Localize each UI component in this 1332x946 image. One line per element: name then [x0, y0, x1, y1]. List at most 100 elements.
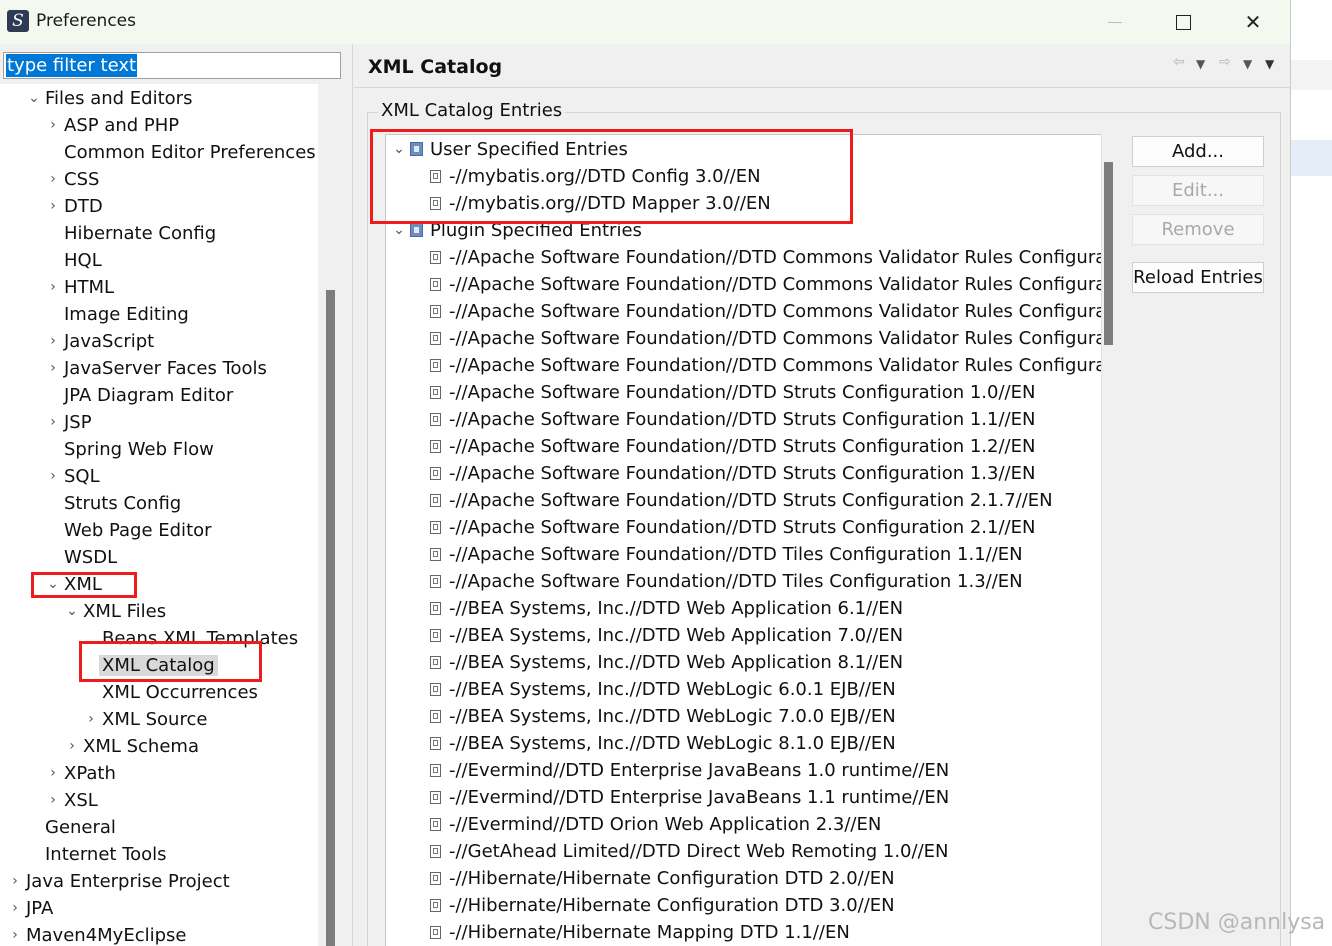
back-dropdown-icon[interactable]: ▼ [1196, 57, 1205, 71]
filter-text-selected[interactable]: type filter text [6, 54, 138, 77]
catalog-entry-row[interactable]: -//Apache Software Foundation//DTD Tiles… [430, 541, 1023, 568]
maximize-button[interactable] [1148, 0, 1218, 44]
add-button[interactable]: Add... [1132, 136, 1264, 167]
remove-button[interactable]: Remove [1132, 214, 1264, 245]
tree-item[interactable]: › JavaScript [50, 328, 154, 355]
catalog-entry-row[interactable]: -//GetAhead Limited//DTD Direct Web Remo… [430, 838, 948, 865]
catalog-entry-row[interactable]: -//BEA Systems, Inc.//DTD Web Applicatio… [430, 622, 903, 649]
catalog-entry-row[interactable]: -//BEA Systems, Inc.//DTD WebLogic 8.1.0… [430, 730, 896, 757]
view-menu-icon[interactable]: ▼ [1265, 57, 1274, 71]
tree-item[interactable]: › XPath [50, 760, 116, 787]
catalog-entry-row[interactable]: -//Hibernate/Hibernate Configuration DTD… [430, 865, 895, 892]
catalog-entry-row[interactable]: -//BEA Systems, Inc.//DTD WebLogic 7.0.0… [430, 703, 896, 730]
catalog-entries-tree[interactable]: ⌄ User Specified Entries -//mybatis.org//D… [385, 134, 1103, 946]
tree-item[interactable]: XML Catalog [99, 652, 218, 679]
forward-arrow-icon[interactable]: ⇨ [1219, 54, 1231, 70]
chevron-right-icon[interactable]: › [45, 409, 61, 436]
catalog-group-row[interactable]: ⌄ User Specified Entries [393, 136, 628, 163]
catalog-entry-row[interactable]: -//Apache Software Foundation//DTD Commo… [430, 244, 1102, 271]
catalog-entry-row[interactable]: -//mybatis.org//DTD Config 3.0//EN [430, 163, 761, 190]
tree-item[interactable]: Struts Config [64, 490, 181, 517]
tree-item[interactable]: › HTML [50, 274, 114, 301]
tree-item[interactable]: › SQL [50, 463, 99, 490]
chevron-right-icon[interactable]: › [83, 706, 99, 733]
tree-item[interactable]: › XML Source [88, 706, 207, 733]
tree-item[interactable]: › JavaServer Faces Tools [50, 355, 267, 382]
chevron-down-icon[interactable]: ⌄ [26, 85, 42, 112]
catalog-entry-row[interactable]: -//BEA Systems, Inc.//DTD Web Applicatio… [430, 649, 903, 676]
catalog-entry-row[interactable]: -//Apache Software Foundation//DTD Commo… [430, 271, 1102, 298]
chevron-right-icon[interactable]: › [45, 328, 61, 355]
catalog-entry-row[interactable]: -//Hibernate/Hibernate Mapping DTD 1.1//… [430, 919, 850, 946]
catalog-entry-row[interactable]: -//Apache Software Foundation//DTD Strut… [430, 379, 1035, 406]
back-arrow-icon[interactable]: ⇦ [1173, 54, 1185, 70]
catalog-entry-row[interactable]: -//Evermind//DTD Orion Web Application 2… [430, 811, 881, 838]
tree-item[interactable]: › XSL [50, 787, 98, 814]
catalog-entry-row[interactable]: -//BEA Systems, Inc.//DTD WebLogic 6.0.1… [430, 676, 896, 703]
tree-item[interactable]: › JPA [12, 895, 53, 922]
catalog-entry-row[interactable]: -//BEA Systems, Inc.//DTD Web Applicatio… [430, 595, 903, 622]
tree-item[interactable]: › Java Enterprise Project [12, 868, 229, 895]
catalog-entry-row[interactable]: -//Apache Software Foundation//DTD Strut… [430, 514, 1035, 541]
tree-scrollbar-thumb[interactable] [326, 290, 335, 946]
catalog-entry-row[interactable]: -//Apache Software Foundation//DTD Strut… [430, 406, 1035, 433]
chevron-right-icon[interactable]: › [45, 463, 61, 490]
tree-item[interactable]: General [45, 814, 116, 841]
tree-item[interactable]: Hibernate Config [64, 220, 216, 247]
tree-item[interactable]: › Maven4MyEclipse [12, 922, 186, 946]
tree-item[interactable]: WSDL [64, 544, 117, 571]
chevron-right-icon[interactable]: › [7, 868, 23, 895]
catalog-group-row[interactable]: ⌄ Plugin Specified Entries [393, 217, 642, 244]
tree-item[interactable]: ⌄ XML [47, 571, 102, 598]
chevron-right-icon[interactable]: › [45, 166, 61, 193]
tree-item[interactable]: JPA Diagram Editor [64, 382, 233, 409]
catalog-entry-row[interactable]: -//Apache Software Foundation//DTD Commo… [430, 325, 1102, 352]
catalog-entry-row[interactable]: -//Apache Software Foundation//DTD Commo… [430, 298, 1102, 325]
catalog-entry-row[interactable]: -//Apache Software Foundation//DTD Strut… [430, 460, 1035, 487]
tree-item[interactable]: HQL [64, 247, 102, 274]
chevron-down-icon[interactable]: ⌄ [392, 136, 406, 163]
chevron-right-icon[interactable]: › [64, 733, 80, 760]
edit-button[interactable]: Edit... [1132, 175, 1264, 206]
tree-item[interactable]: › ASP and PHP [50, 112, 179, 139]
pane-splitter[interactable] [352, 44, 353, 946]
catalog-entry-row[interactable]: -//Apache Software Foundation//DTD Tiles… [430, 568, 1023, 595]
catalog-entry-row[interactable]: -//Apache Software Foundation//DTD Strut… [430, 487, 1053, 514]
tree-item[interactable]: Spring Web Flow [64, 436, 214, 463]
catalog-entry-row[interactable]: -//Evermind//DTD Enterprise JavaBeans 1.… [430, 784, 949, 811]
tree-item[interactable]: Internet Tools [45, 841, 167, 868]
chevron-right-icon[interactable]: › [45, 760, 61, 787]
tree-item[interactable]: ⌄ Files and Editors [28, 85, 192, 112]
tree-item[interactable]: › XML Schema [69, 733, 199, 760]
chevron-right-icon[interactable]: › [45, 274, 61, 301]
tree-item[interactable]: › CSS [50, 166, 99, 193]
tree-item[interactable]: Image Editing [64, 301, 189, 328]
forward-dropdown-icon[interactable]: ▼ [1243, 57, 1252, 71]
catalog-entry-row[interactable]: -//Apache Software Foundation//DTD Strut… [430, 433, 1035, 460]
tree-item[interactable]: › DTD [50, 193, 103, 220]
catalog-entry-row[interactable]: -//Hibernate/Hibernate Configuration DTD… [430, 892, 895, 919]
catalog-entry-row[interactable]: -//mybatis.org//DTD Mapper 3.0//EN [430, 190, 771, 217]
filter-input[interactable]: type filter text [3, 52, 341, 79]
chevron-right-icon[interactable]: › [7, 895, 23, 922]
tree-item[interactable]: XML Occurrences [102, 679, 258, 706]
chevron-right-icon[interactable]: › [45, 112, 61, 139]
chevron-right-icon[interactable]: › [45, 787, 61, 814]
chevron-down-icon[interactable]: ⌄ [392, 217, 406, 244]
minimize-button[interactable] [1080, 0, 1150, 44]
tree-item[interactable]: ⌄ XML Files [66, 598, 166, 625]
tree-item[interactable]: Common Editor Preferences [64, 139, 316, 166]
chevron-down-icon[interactable]: ⌄ [64, 598, 80, 625]
tree-item[interactable]: › JSP [50, 409, 91, 436]
close-button[interactable]: ✕ [1218, 0, 1288, 44]
tree-item[interactable]: Web Page Editor [64, 517, 212, 544]
preferences-tree[interactable]: ⌄ Files and Editors › ASP and PHP Common Edi… [0, 84, 318, 946]
chevron-right-icon[interactable]: › [45, 355, 61, 382]
reload-entries-button[interactable]: Reload Entries [1132, 262, 1264, 293]
chevron-down-icon[interactable]: ⌄ [45, 571, 61, 598]
catalog-entry-row[interactable]: -//Evermind//DTD Enterprise JavaBeans 1.… [430, 757, 949, 784]
tree-item[interactable]: Beans XML Templates [102, 625, 298, 652]
chevron-right-icon[interactable]: › [45, 193, 61, 220]
chevron-right-icon[interactable]: › [7, 922, 23, 946]
catalog-scrollbar-thumb[interactable] [1104, 162, 1113, 345]
